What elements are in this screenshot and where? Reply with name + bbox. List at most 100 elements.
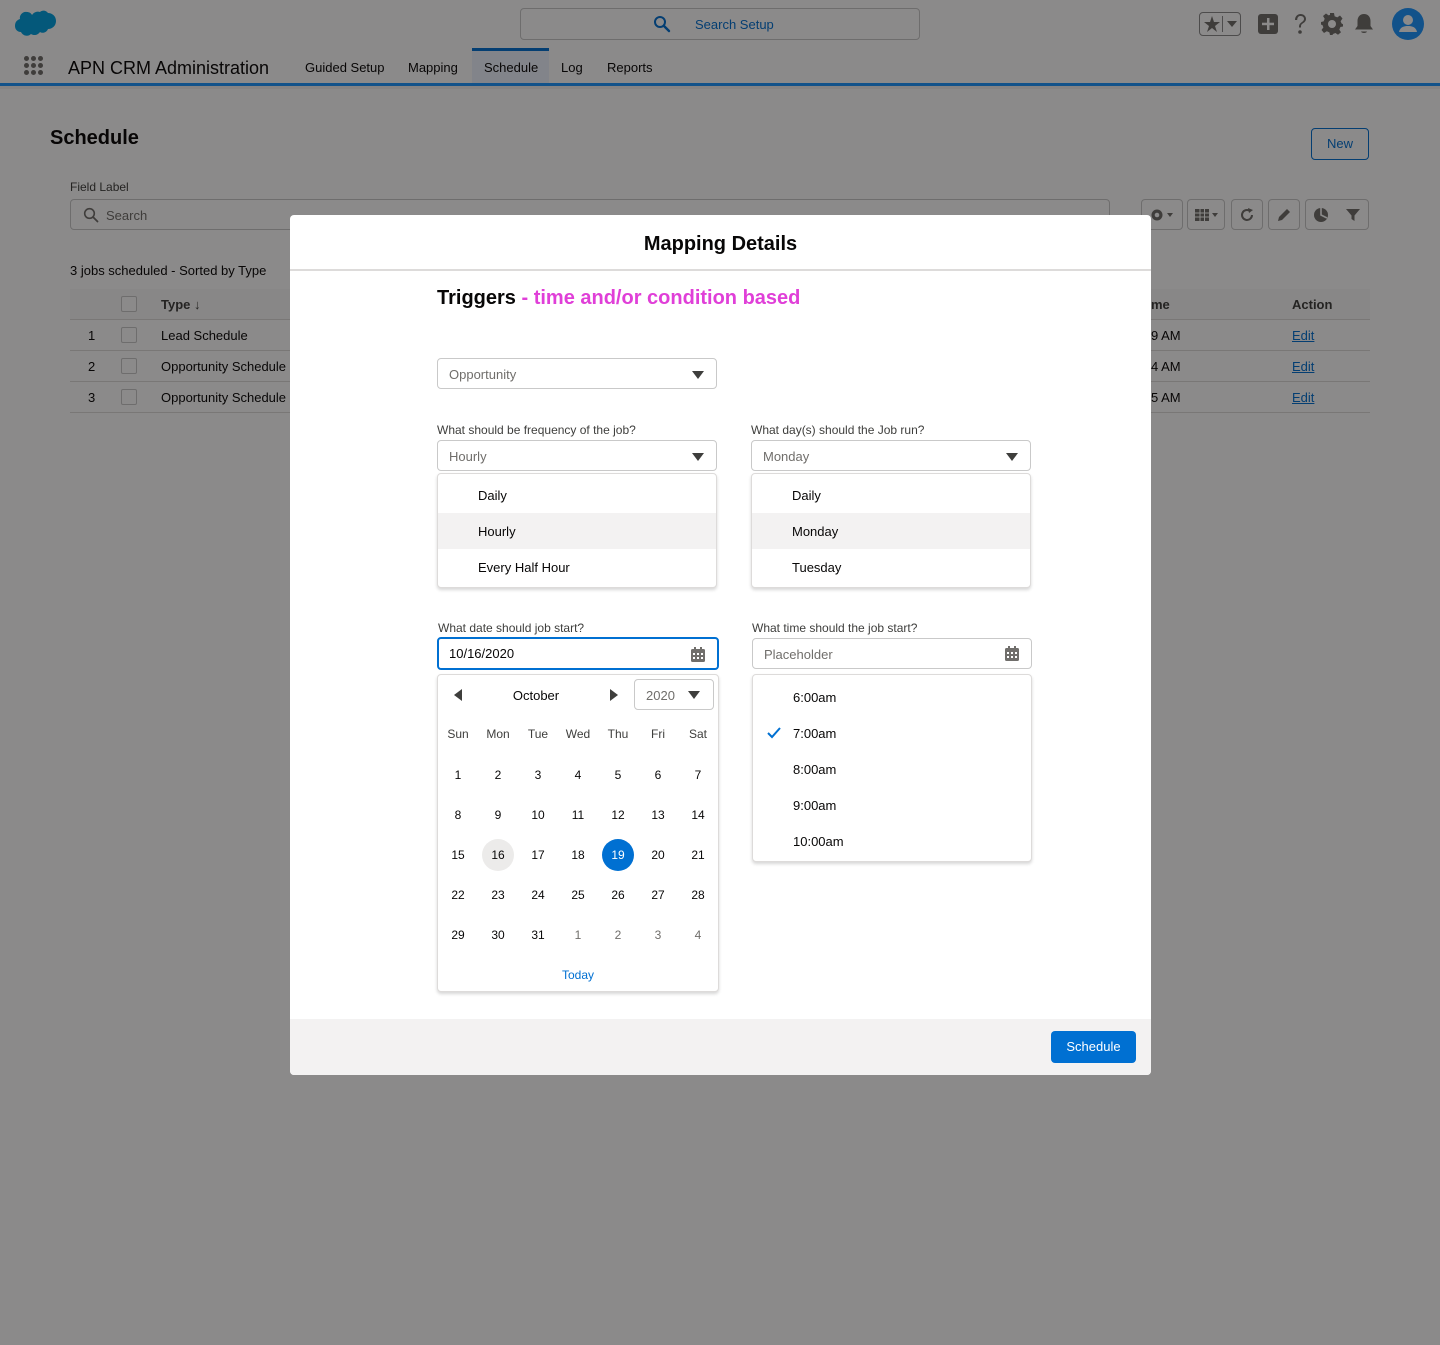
- calendar-day[interactable]: 16: [482, 839, 514, 871]
- option-label: Daily: [478, 488, 507, 503]
- days-label: What day(s) should the Job run?: [751, 423, 925, 437]
- option-label: Daily: [792, 488, 821, 503]
- calendar-day[interactable]: 20: [642, 839, 674, 871]
- option-label: 9:00am: [793, 798, 837, 813]
- start-time-input[interactable]: Placeholder: [752, 638, 1032, 669]
- triggers-heading: Triggers - time and/or condition based: [437, 287, 800, 310]
- start-date-value: 10/16/2020: [449, 646, 515, 661]
- calendar-day[interactable]: 3: [642, 919, 674, 951]
- days-option[interactable]: Daily: [752, 477, 1030, 513]
- calendar-day[interactable]: 9: [482, 799, 514, 831]
- object-select-value: Opportunity: [449, 367, 517, 382]
- calendar-day[interactable]: 3: [522, 759, 554, 791]
- modal-header: Mapping Details: [290, 215, 1151, 271]
- calendar-day[interactable]: 22: [442, 879, 474, 911]
- time-option[interactable]: 6:00am: [753, 679, 1031, 715]
- start-time-placeholder: Placeholder: [764, 647, 833, 662]
- triggers-title: Triggers: [437, 287, 516, 309]
- days-option[interactable]: Tuesday: [752, 549, 1030, 585]
- frequency-select-value: Hourly: [449, 449, 487, 464]
- next-month-icon[interactable]: [610, 689, 618, 701]
- days-select-value: Monday: [763, 449, 810, 464]
- calendar-day[interactable]: 15: [442, 839, 474, 871]
- calendar-day[interactable]: 10: [522, 799, 554, 831]
- calendar-icon[interactable]: [691, 647, 705, 662]
- option-label: Tuesday: [792, 560, 842, 575]
- calendar-day[interactable]: 5: [602, 759, 634, 791]
- option-label: Hourly: [478, 524, 516, 539]
- calendar-day[interactable]: 24: [522, 879, 554, 911]
- date-picker: October 2020 Sun Mon Tue Wed Thu Fri Sat 12345…: [437, 674, 719, 992]
- calendar-day[interactable]: 29: [442, 919, 474, 951]
- calendar-day[interactable]: 7: [682, 759, 714, 791]
- calendar-day[interactable]: 27: [642, 879, 674, 911]
- calendar-day[interactable]: 8: [442, 799, 474, 831]
- object-select[interactable]: Opportunity: [437, 358, 717, 389]
- weekday-label: Sun: [447, 727, 469, 741]
- caret-down-icon: [688, 691, 700, 699]
- start-date-label: What date should job start?: [438, 621, 585, 635]
- calendar-day[interactable]: 14: [682, 799, 714, 831]
- calendar-day[interactable]: 31: [522, 919, 554, 951]
- frequency-select[interactable]: Hourly: [437, 440, 717, 471]
- calendar-day[interactable]: 1: [442, 759, 474, 791]
- modal-title: Mapping Details: [643, 233, 798, 255]
- option-label: Every Half Hour: [478, 560, 570, 575]
- calendar-day[interactable]: 1: [562, 919, 594, 951]
- start-date-input[interactable]: 10/16/2020: [437, 637, 719, 670]
- year-value: 2020: [646, 688, 675, 703]
- weekday-label: Thu: [607, 727, 629, 741]
- option-label: Monday: [792, 524, 839, 539]
- calendar-day[interactable]: 28: [682, 879, 714, 911]
- caret-down-icon: [692, 453, 704, 461]
- calendar-day[interactable]: 2: [482, 759, 514, 791]
- option-label: 8:00am: [793, 762, 837, 777]
- frequency-dropdown: Daily Hourly Every Half Hour: [437, 473, 717, 588]
- calendar-day[interactable]: 12: [602, 799, 634, 831]
- calendar-month: October: [512, 688, 560, 703]
- caret-down-icon: [692, 371, 704, 379]
- option-label: 10:00am: [793, 834, 844, 849]
- calendar-day[interactable]: 18: [562, 839, 594, 871]
- time-option[interactable]: 10:00am: [753, 823, 1031, 859]
- time-option[interactable]: 8:00am: [753, 751, 1031, 787]
- frequency-label: What should be frequency of the job?: [437, 423, 636, 437]
- modal-footer: Schedule: [290, 1019, 1151, 1075]
- calendar-day[interactable]: 21: [682, 839, 714, 871]
- weekday-label: Mon: [486, 727, 510, 741]
- triggers-subtitle: - time and/or condition based: [515, 287, 801, 309]
- frequency-option[interactable]: Hourly: [438, 513, 716, 549]
- calendar-day[interactable]: 11: [562, 799, 594, 831]
- today-link[interactable]: Today: [438, 968, 718, 982]
- weekday-label: Fri: [651, 727, 665, 741]
- year-select[interactable]: 2020: [634, 679, 714, 710]
- calendar-day[interactable]: 23: [482, 879, 514, 911]
- time-option[interactable]: 9:00am: [753, 787, 1031, 823]
- time-dropdown: 6:00am 7:00am 8:00am 9:00am 10:00am: [752, 674, 1032, 862]
- calendar-day[interactable]: 4: [682, 919, 714, 951]
- time-option[interactable]: 7:00am: [753, 715, 1031, 751]
- previous-month-icon[interactable]: [454, 689, 462, 701]
- weekday-label: Wed: [565, 727, 591, 741]
- calendar-day[interactable]: 17: [522, 839, 554, 871]
- calendar-day[interactable]: 2: [602, 919, 634, 951]
- days-option[interactable]: Monday: [752, 513, 1030, 549]
- start-time-label: What time should the job start?: [752, 621, 918, 635]
- calendar-day[interactable]: 30: [482, 919, 514, 951]
- calendar-day[interactable]: 6: [642, 759, 674, 791]
- schedule-button[interactable]: Schedule: [1051, 1031, 1136, 1063]
- frequency-option[interactable]: Daily: [438, 477, 716, 513]
- calendar-day[interactable]: 4: [562, 759, 594, 791]
- calendar-day[interactable]: 19: [602, 839, 634, 871]
- option-label: 6:00am: [793, 690, 837, 705]
- calendar-day[interactable]: 25: [562, 879, 594, 911]
- option-label: 7:00am: [793, 726, 837, 741]
- weekday-label: Sat: [688, 727, 707, 741]
- days-select[interactable]: Monday: [751, 440, 1031, 471]
- calendar-day[interactable]: 26: [602, 879, 634, 911]
- check-icon: [767, 727, 781, 739]
- weekday-label: Tue: [527, 727, 549, 741]
- calendar-icon[interactable]: [1005, 646, 1019, 661]
- frequency-option[interactable]: Every Half Hour: [438, 549, 716, 585]
- calendar-day[interactable]: 13: [642, 799, 674, 831]
